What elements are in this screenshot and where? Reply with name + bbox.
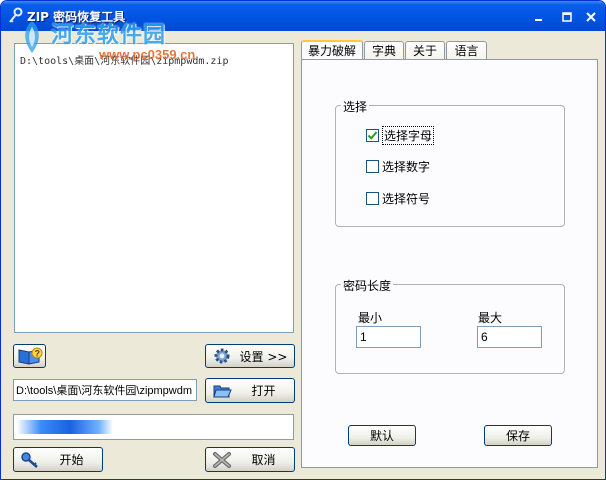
cancel-label: 取消: [251, 453, 276, 467]
tab-brute-force[interactable]: 暴力破解: [301, 40, 363, 61]
file-list[interactable]: D:\tools\桌面\河东软件园\zipmpwdm.zip: [14, 43, 294, 333]
select-group: 选择 选择字母 选择数字 选择符号: [335, 98, 565, 227]
settings-label: 设置 >>: [239, 349, 288, 364]
tab-dictionary[interactable]: 字典: [364, 41, 404, 60]
checkbox-letters-box[interactable]: [366, 129, 379, 142]
checkbox-symbols-box[interactable]: [366, 192, 379, 205]
key-icon: [9, 7, 23, 23]
tab-about[interactable]: 关于: [405, 41, 445, 60]
open-label: 打开: [251, 384, 276, 398]
checkbox-digits[interactable]: 选择数字: [366, 158, 430, 175]
default-label: 默认: [369, 429, 394, 443]
maximize-button[interactable]: [557, 7, 576, 26]
help-button[interactable]: ?: [13, 344, 46, 368]
tab-language[interactable]: 语言: [446, 41, 487, 60]
checkbox-symbols-label: 选择符号: [382, 192, 431, 206]
max-length-label: 最大: [478, 311, 503, 325]
title-bar[interactable]: ZIP 密码恢复工具: [1, 1, 605, 31]
cross-icon: [213, 451, 231, 468]
close-button[interactable]: [581, 7, 600, 26]
cancel-button[interactable]: 取消: [205, 447, 295, 472]
minimize-icon: [534, 18, 542, 21]
brute-force-panel: 选择 选择字母 选择数字 选择符号 密码长度 最小 最大 默认: [301, 59, 598, 468]
save-label: 保存: [505, 429, 530, 443]
folder-open-icon: [213, 385, 232, 397]
progress-bar: [13, 414, 294, 440]
close-icon: [585, 11, 596, 22]
gear-icon: [214, 348, 230, 364]
max-length-input[interactable]: [477, 326, 542, 348]
length-group: 密码长度 最小 最大: [335, 277, 565, 374]
minimize-button[interactable]: [529, 7, 548, 26]
app-window: ZIP 密码恢复工具 D:\tools\桌面\河东软件园\zipmpwdm.zi…: [0, 0, 606, 480]
start-button[interactable]: 开始: [13, 447, 103, 472]
window-title: ZIP 密码恢复工具: [27, 10, 126, 24]
settings-button[interactable]: 设置 >>: [205, 344, 295, 368]
min-length-label: 最小: [358, 311, 383, 325]
file-list-item[interactable]: D:\tools\桌面\河东软件园\zipmpwdm.zip: [20, 52, 228, 67]
checkbox-digits-box[interactable]: [366, 160, 379, 173]
checkbox-symbols[interactable]: 选择符号: [366, 190, 430, 207]
checkbox-letters-label: 选择字母: [382, 126, 435, 145]
checkbox-letters[interactable]: 选择字母: [366, 126, 435, 145]
book-help-icon: ?: [18, 347, 42, 365]
open-button[interactable]: 打开: [205, 378, 295, 403]
default-button[interactable]: 默认: [348, 425, 416, 446]
key-icon: [21, 451, 38, 468]
progress-fill: [17, 420, 113, 434]
start-label: 开始: [59, 453, 84, 467]
save-button[interactable]: 保存: [484, 425, 552, 446]
select-group-title: 选择: [341, 98, 370, 115]
length-group-title: 密码长度: [341, 277, 394, 294]
path-input[interactable]: [13, 379, 197, 401]
min-length-input[interactable]: [356, 326, 421, 348]
checkbox-digits-label: 选择数字: [382, 160, 431, 174]
svg-text:?: ?: [34, 349, 40, 359]
maximize-icon: [561, 11, 572, 22]
